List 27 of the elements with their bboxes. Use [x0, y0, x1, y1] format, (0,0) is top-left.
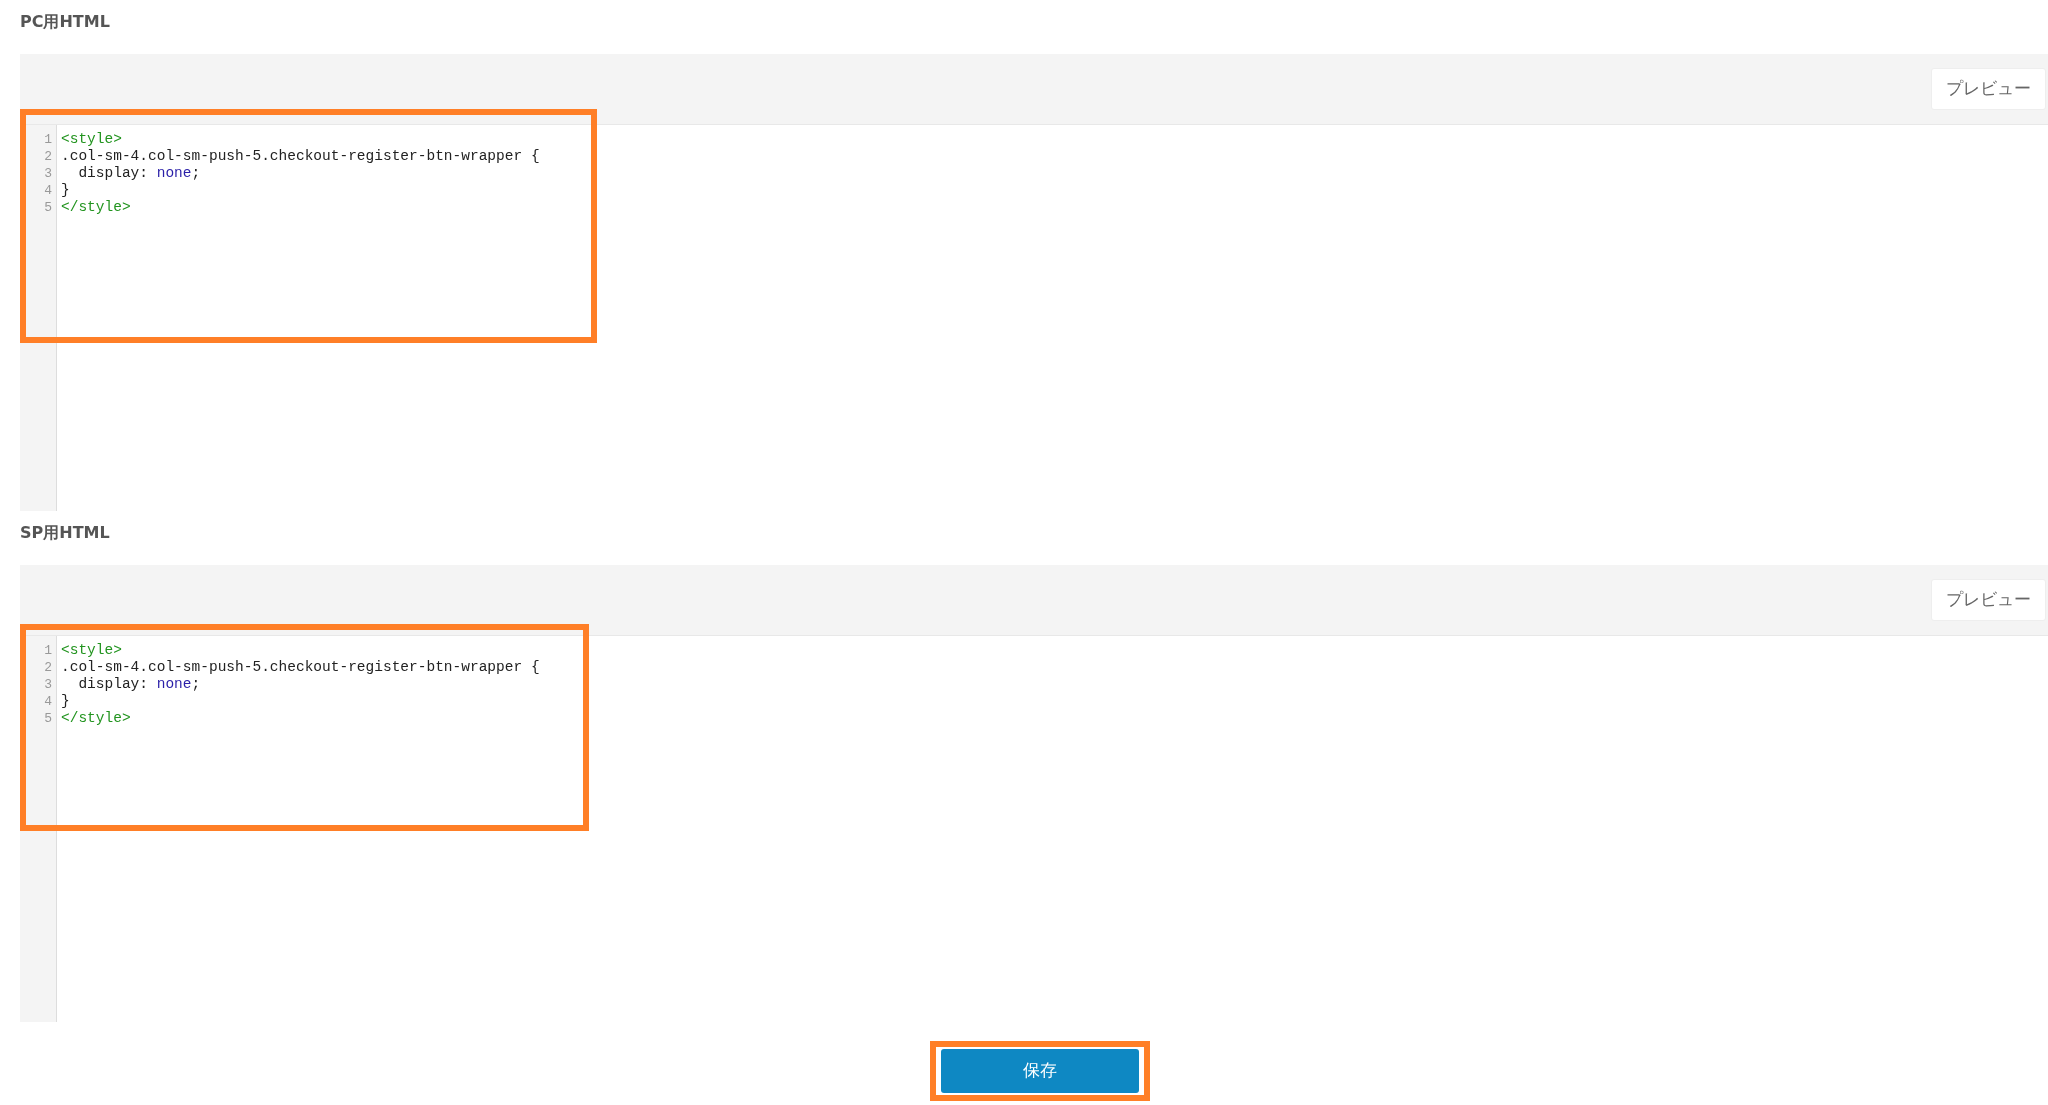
- line-number: 4: [43, 693, 52, 710]
- code-line: .col-sm-4.col-sm-push-5.checkout-register-btn-wrapper {: [61, 148, 540, 165]
- code-line: }: [61, 693, 70, 710]
- section-title: SP用HTML: [19, 522, 111, 544]
- line-number: 5: [43, 199, 52, 216]
- line-number: 2: [43, 148, 52, 165]
- code-line: <style>: [61, 642, 122, 659]
- line-number: 3: [43, 165, 52, 182]
- line-number: 2: [43, 659, 52, 676]
- preview-button[interactable]: プレビュー: [1931, 68, 2046, 110]
- line-number: 1: [43, 131, 52, 148]
- line-number: 4: [43, 182, 52, 199]
- code-line: }: [61, 182, 70, 199]
- preview-button[interactable]: プレビュー: [1931, 579, 2046, 621]
- code-area[interactable]: <style> .col-sm-4.col-sm-push-5.checkout-register-btn-wrapper { display: none; } </style>: [57, 125, 2048, 511]
- code-line: </style>: [61, 199, 131, 216]
- code-area[interactable]: <style> .col-sm-4.col-sm-push-5.checkout-register-btn-wrapper { display: none; } </style>: [57, 636, 2048, 1022]
- code-line: display: none;: [77, 676, 201, 693]
- code-line: <style>: [61, 131, 122, 148]
- section-title: PC用HTML: [19, 11, 111, 33]
- line-number: 1: [43, 642, 52, 659]
- line-number: 3: [43, 676, 52, 693]
- code-line: .col-sm-4.col-sm-push-5.checkout-register-btn-wrapper {: [61, 659, 540, 676]
- code-line: </style>: [61, 710, 131, 727]
- save-button[interactable]: 保存: [941, 1049, 1139, 1093]
- line-number: 5: [43, 710, 52, 727]
- code-line: display: none;: [77, 165, 201, 182]
